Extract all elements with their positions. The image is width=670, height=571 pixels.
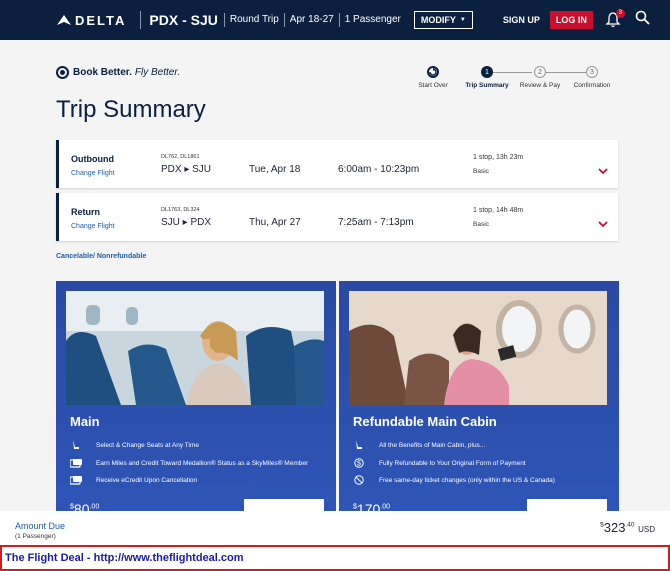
flight-stops: 1 stop, 14h 48m <box>473 207 524 214</box>
step-label: Confirmation <box>573 82 611 89</box>
flight-time: 6:00am - 10:23pm <box>338 164 420 175</box>
cancel-policy-link[interactable]: Cancelable/ Nonrefundable <box>56 253 146 260</box>
flight-date: Tue, Apr 18 <box>249 164 301 175</box>
flight-direction: Return <box>71 207 100 217</box>
amount-due-bar: Amount Due (1 Passenger) $323.40 USD <box>0 511 670 545</box>
tagline-italic: Fly Better. <box>134 67 181 78</box>
step-label: Trip Summary <box>465 82 509 89</box>
refresh-icon <box>427 66 439 78</box>
outbound-flight-row[interactable]: Outbound Change Flight DL762, DL1861 PDX… <box>56 140 618 188</box>
trip-passengers: 1 Passenger <box>338 13 406 27</box>
amount-whole: 323 <box>603 520 626 535</box>
modify-label: MODIFY <box>420 15 456 25</box>
step-label: Start Over <box>418 82 448 89</box>
search-icon <box>635 10 650 25</box>
fare-class: Basic <box>473 168 489 175</box>
flight-deal-text[interactable]: The Flight Deal - http://www.theflightde… <box>5 552 244 564</box>
no-fee-icon <box>353 475 365 485</box>
top-nav-bar: DELTA PDX - SJU Round Trip Apr 18-27 1 P… <box>0 0 670 40</box>
divider <box>140 11 142 29</box>
chevron-down-icon[interactable] <box>598 221 608 228</box>
fare-card-main[interactable]: Main Select & Change Seats at Any Time E… <box>56 281 336 521</box>
flight-date: Thu, Apr 27 <box>249 217 301 228</box>
currency-code: USD <box>638 525 655 534</box>
seat-icon <box>353 440 365 450</box>
main-cabin-photo <box>66 291 324 405</box>
feature-text: Receive eCredit Upon Cancellation <box>96 476 198 484</box>
fare-class: Basic <box>473 221 489 228</box>
feature-text: All the Benefits of Main Cabin, plus... <box>379 441 486 449</box>
feature-item: Receive eCredit Upon Cancellation <box>70 475 197 485</box>
trip-info: Round Trip Apr 18-27 1 Passenger <box>223 13 406 27</box>
flight-route: SJU ▸ PDX <box>161 217 212 228</box>
amount-due-label[interactable]: Amount Due <box>15 521 65 531</box>
feature-text: Earn Miles and Credit Toward Medallion® … <box>96 459 309 467</box>
chevron-down-icon[interactable] <box>598 168 608 175</box>
modify-button[interactable]: MODIFY ▼ <box>413 11 473 29</box>
delta-widget-icon <box>57 15 71 25</box>
step-number: 2 <box>534 66 546 78</box>
route-label: PDX - SJU <box>149 12 218 28</box>
flight-numbers: DL762, DL1861 <box>161 154 200 160</box>
flight-deal-banner: The Flight Deal - http://www.theflightde… <box>0 545 670 571</box>
delta-logo[interactable]: DELTA <box>57 13 126 28</box>
step-confirmation: 3 Confirmation <box>568 66 616 89</box>
globe-icon <box>56 66 69 79</box>
trip-route: PDX - SJU <box>140 11 218 29</box>
log-in-button[interactable]: LOG IN <box>549 11 593 29</box>
feature-text: Free same-day ticket changes (only withi… <box>379 476 555 484</box>
trip-type: Round Trip <box>223 13 284 27</box>
notifications-button[interactable]: 3 <box>605 9 625 28</box>
search-button[interactable] <box>635 10 650 30</box>
step-number: 1 <box>481 66 493 78</box>
step-label: Review & Pay <box>519 82 561 89</box>
flight-numbers: DL1763, DL324 <box>161 207 200 213</box>
feature-item: All the Benefits of Main Cabin, plus... <box>353 440 485 450</box>
fare-card-refundable[interactable]: Refundable Main Cabin All the Benefits o… <box>339 281 619 521</box>
step-number: 3 <box>586 66 598 78</box>
notification-count-badge: 3 <box>615 9 625 18</box>
return-flight-row[interactable]: Return Change Flight DL1763, DL324 SJU ▸… <box>56 193 618 241</box>
step-trip-summary: 1 Trip Summary <box>462 66 512 89</box>
brand-name: DELTA <box>75 12 127 28</box>
dollar-icon: $ <box>353 458 365 468</box>
flight-stops: 1 stop, 13h 23m <box>473 154 524 161</box>
page-title: Trip Summary <box>56 96 206 123</box>
refundable-cabin-photo <box>349 291 607 405</box>
sign-up-link[interactable]: SIGN UP <box>503 15 540 25</box>
book-better-tagline: Book Better. Fly Better. <box>56 66 180 79</box>
ecredit-icon <box>70 475 82 485</box>
amount-due-passengers: (1 Passenger) <box>15 533 56 540</box>
flight-direction: Outbound <box>71 154 114 164</box>
feature-text: Fully Refundable to Your Original Form o… <box>379 459 526 467</box>
step-review-pay: 2 Review & Pay <box>516 66 564 89</box>
amount-due-total: $323.40 USD <box>600 520 655 535</box>
card-title: Refundable Main Cabin <box>353 414 497 429</box>
feature-item: Select & Change Seats at Any Time <box>70 440 199 450</box>
feature-text: Select & Change Seats at Any Time <box>96 441 199 449</box>
price-cents: .00 <box>380 503 390 511</box>
change-flight-link[interactable]: Change Flight <box>71 170 115 177</box>
change-flight-link[interactable]: Change Flight <box>71 223 115 230</box>
price-cents: .00 <box>89 503 100 511</box>
feature-item: Earn Miles and Credit Toward Medallion® … <box>70 458 308 468</box>
tagline-bold: Book Better. <box>73 67 132 78</box>
chevron-down-icon: ▼ <box>459 17 466 23</box>
seat-icon <box>70 440 82 450</box>
flight-time: 7:25am - 7:13pm <box>338 217 414 228</box>
step-start-over[interactable]: Start Over <box>414 66 452 89</box>
feature-item: $ Fully Refundable to Your Original Form… <box>353 458 526 468</box>
miles-icon <box>70 458 82 468</box>
amount-cents: .40 <box>625 521 635 529</box>
flight-route: PDX ▸ SJU <box>161 164 212 175</box>
card-title: Main <box>70 414 100 429</box>
feature-item: Free same-day ticket changes (only withi… <box>353 475 555 485</box>
trip-dates: Apr 18-27 <box>283 13 339 27</box>
svg-text:$: $ <box>357 461 361 468</box>
